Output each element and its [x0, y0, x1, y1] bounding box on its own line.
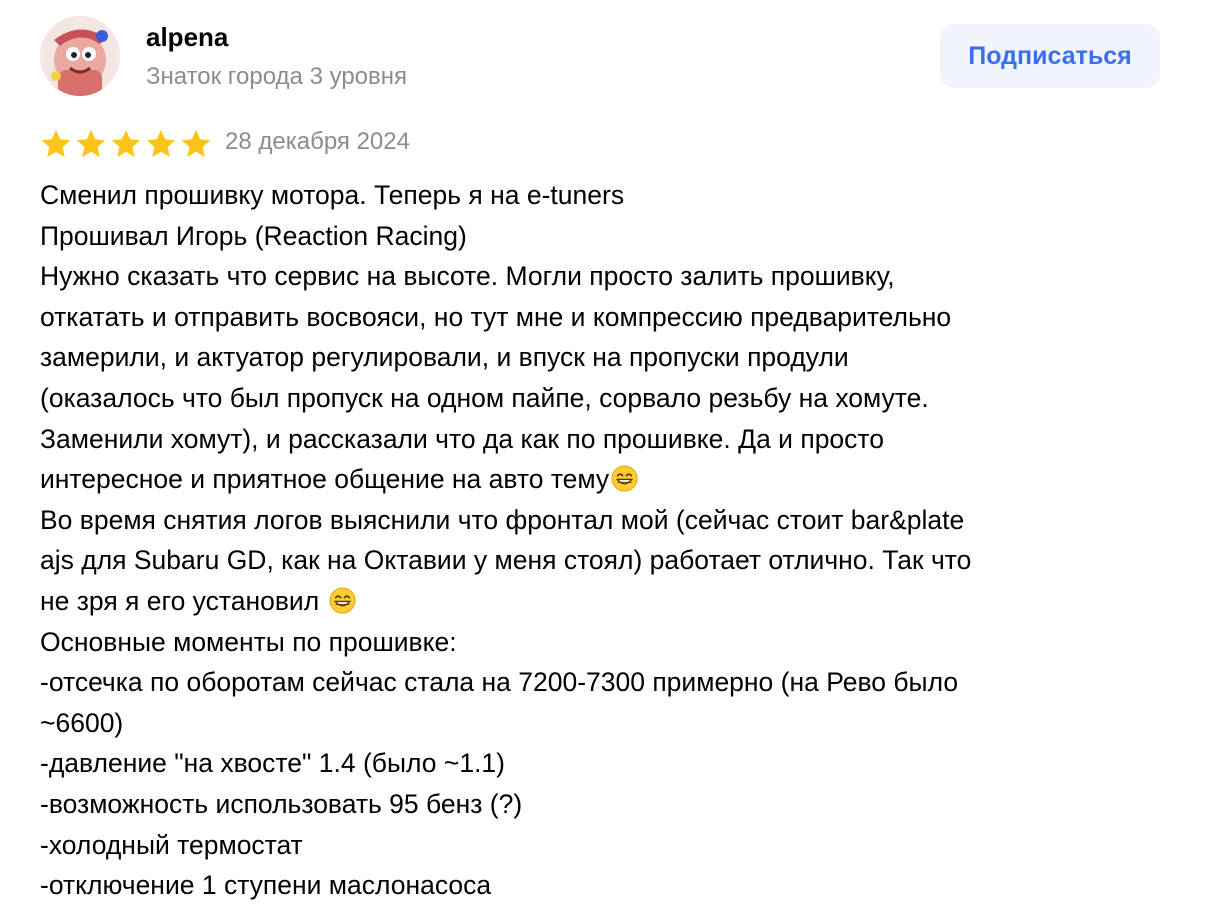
review-text-line: -отсечка по оборотам сейчас стала на 720… — [40, 667, 959, 698]
review-text-line: Основные моменты по прошивке: — [40, 626, 457, 657]
user-name[interactable]: alpena — [146, 22, 228, 53]
review-text-line: Прошивал Игорь (Reaction Racing) — [40, 220, 467, 251]
user-level: Знаток города 3 уровня — [146, 63, 408, 90]
subscribe-button[interactable]: Подписаться — [940, 24, 1160, 88]
star-icon — [76, 130, 106, 157]
review-meta: 28 декабря 2024 — [40, 126, 640, 162]
star-icon — [41, 130, 71, 157]
review-text-line: интересное и приятное общение на авто те… — [40, 459, 1190, 500]
review-text-line: не зря я его установил — [40, 581, 1190, 622]
review-text-line: Сменил прошивку мотора. Теперь я на e-tu… — [40, 180, 625, 210]
review-text-line: Во время снятия логов выяснили что фронт… — [40, 504, 965, 535]
review-text-line: ajs для Subaru GD, как на Октавии у меня… — [40, 545, 972, 576]
review-text-line: -возможность использовать 95 бенз (?) — [40, 788, 523, 819]
review-text-line: ~6600) — [40, 707, 124, 738]
review-text: Сменил прошивку мотора. Теперь я на e-tu… — [40, 175, 1190, 906]
star-icon — [146, 130, 176, 157]
review-text-line: -давление "на хвосте" 1.4 (было ~1.1) — [40, 748, 505, 779]
review-header: alpena Знаток города 3 уровня Подписатьс… — [40, 16, 1160, 98]
review-text-line: (оказалось что был пропуск на одном пайп… — [40, 382, 929, 413]
avatar[interactable] — [40, 16, 120, 96]
review-text-line: откатать и отправить восвояси, но тут мн… — [40, 301, 952, 332]
grinning-face-icon — [611, 465, 638, 492]
grinning-face-icon — [329, 587, 356, 614]
star-icon — [181, 130, 211, 157]
review-text-line: замерили, и актуатор регулировали, и впу… — [40, 342, 849, 373]
review-card: alpena Знаток города 3 уровня Подписатьс… — [0, 0, 1226, 900]
review-text-line: Заменили хомут), и рассказали что да как… — [40, 423, 885, 454]
review-text-line: Нужно сказать что сервис на высоте. Могл… — [40, 261, 895, 292]
star-icon — [111, 130, 141, 157]
review-text-line: -холодный термостат — [40, 829, 303, 860]
review-date: 28 декабря 2024 — [225, 128, 410, 155]
rating-stars — [40, 128, 212, 160]
avatar-cartoon-character-icon — [40, 16, 120, 96]
